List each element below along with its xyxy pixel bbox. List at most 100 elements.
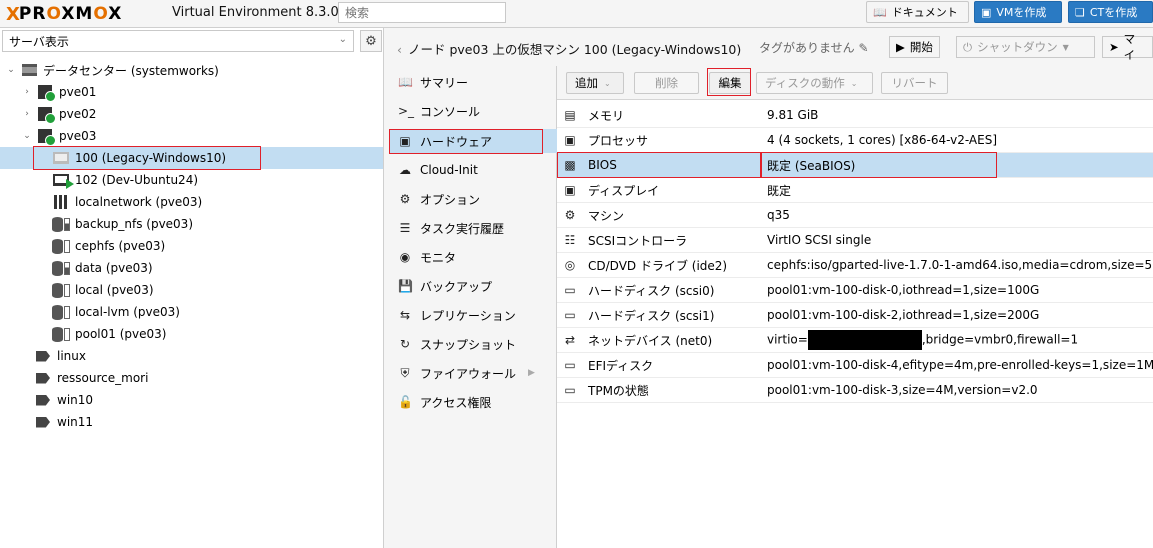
chevron-right-icon[interactable]: ›: [22, 87, 32, 97]
power-icon: ⏻: [963, 39, 973, 54]
retweet-icon: ⇆: [399, 308, 411, 322]
hw-row-display[interactable]: ▣ ディスプレイ 既定: [557, 178, 1153, 203]
proxmox-logo[interactable]: X PROXMOX: [6, 4, 122, 25]
pencil-icon: ✎: [858, 41, 869, 55]
search-input[interactable]: [338, 2, 506, 23]
storage-icon: [52, 238, 70, 254]
hw-row-tpm-state[interactable]: ▭ TPMの状態 pool01:vm-100-disk-3,size=4M,ve…: [557, 378, 1153, 403]
book-icon: 📖: [873, 5, 887, 19]
tree-item-backup-nfs[interactable]: backup_nfs (pve03): [0, 213, 383, 235]
storage-icon: [52, 216, 70, 232]
create-ct-button[interactable]: ❏ CTを作成: [1068, 1, 1153, 23]
hdd-icon: ▭: [564, 383, 576, 397]
tree-item-vm-102[interactable]: 102 (Dev-Ubuntu24): [0, 169, 383, 191]
datacenter-icon: [20, 62, 38, 78]
view-select[interactable]: サーバ表示 ⌄: [2, 30, 354, 52]
chevron-right-icon[interactable]: ›: [22, 109, 32, 119]
documentation-button[interactable]: 📖 ドキュメント: [866, 1, 969, 23]
tag-icon: [34, 392, 52, 408]
shutdown-button[interactable]: ⏻ シャットダウン ▼: [956, 36, 1095, 58]
tree-item-tag-win11[interactable]: win11: [0, 411, 383, 433]
add-button[interactable]: 追加 ⌄: [566, 72, 624, 94]
hw-row-harddisk-scsi1[interactable]: ▭ ハードディスク (scsi1) pool01:vm-100-disk-2,i…: [557, 303, 1153, 328]
tree-item-local-lvm[interactable]: local-lvm (pve03): [0, 301, 383, 323]
nav-monitor[interactable]: ◉ モニタ: [389, 245, 557, 269]
server-online-icon: [36, 128, 56, 146]
terminal-icon: >_: [398, 104, 415, 118]
vm-running-icon: [52, 172, 74, 189]
chevron-down-icon[interactable]: ⌄: [22, 131, 32, 141]
tree-item-localnetwork[interactable]: localnetwork (pve03): [0, 191, 383, 213]
nav-task-history[interactable]: ☰ タスク実行履歴: [389, 216, 557, 240]
hw-row-scsi-controller[interactable]: ☷ SCSIコントローラ VirtIO SCSI single: [557, 228, 1153, 253]
nav-hardware[interactable]: ▣ ハードウェア: [389, 129, 557, 153]
exchange-icon: ⇄: [564, 333, 576, 347]
unlock-icon: 🔓: [398, 395, 413, 409]
chevron-down-icon: ▼: [1062, 42, 1069, 52]
storage-icon: [52, 326, 70, 342]
tree-item-pool01[interactable]: pool01 (pve03): [0, 323, 383, 345]
create-vm-button[interactable]: ▣ VMを作成: [974, 1, 1062, 23]
floppy-icon: 💾: [398, 279, 413, 293]
hw-row-network-net0[interactable]: ⇄ ネットデバイス (net0) virtio= ,bridge=vmbr0,fi…: [557, 328, 1153, 353]
chevron-down-icon: ⌄: [850, 78, 858, 88]
cube-icon: ❏: [1075, 5, 1085, 19]
gear-icon: ⚙: [365, 33, 377, 49]
tree-item-vm-100[interactable]: 100 (Legacy-Windows10): [0, 147, 383, 169]
vm-nav: 📖 サマリー >_ コンソール ▣ ハードウェア ☁ Cloud-Init ⚙ オプション…: [389, 66, 557, 548]
storage-icon: [52, 304, 70, 320]
remove-button[interactable]: 削除: [634, 72, 699, 94]
tree-item-tag-ressource-mori[interactable]: ressource_mori: [0, 367, 383, 389]
tree-item-cephfs[interactable]: cephfs (pve03): [0, 235, 383, 257]
hardware-panel: 追加 ⌄ 削除 編集 ディスクの動作 ⌄ リバート ▤ メモリ 9.81 GiB…: [557, 66, 1153, 548]
cloud-icon: ☁: [399, 163, 411, 177]
nav-console[interactable]: >_ コンソール: [389, 99, 557, 123]
hw-row-memory[interactable]: ▤ メモリ 9.81 GiB: [557, 103, 1153, 128]
server-online-icon: [36, 84, 56, 102]
hw-row-machine[interactable]: ⚙ マシン q35: [557, 203, 1153, 228]
list-icon: ☰: [399, 221, 411, 235]
tree-item-tag-win10[interactable]: win10: [0, 389, 383, 411]
nav-snapshots[interactable]: ↻ スナップショット: [389, 332, 557, 356]
hw-row-efi-disk[interactable]: ▭ EFIディスク pool01:vm-100-disk-4,efitype=4…: [557, 353, 1153, 378]
hw-row-cd-dvd[interactable]: ◎ CD/DVD ドライブ (ide2) cephfs:iso/gparted-…: [557, 253, 1153, 278]
nav-backup[interactable]: 💾 バックアップ: [389, 274, 557, 298]
chevron-left-icon[interactable]: ‹: [397, 42, 402, 57]
hdd-icon: ▭: [564, 283, 576, 297]
gear-icon: ⚙: [399, 192, 411, 206]
nav-permissions[interactable]: 🔓 アクセス権限: [389, 390, 557, 414]
nav-replication[interactable]: ⇆ レプリケーション: [389, 303, 557, 327]
tree-item-local[interactable]: local (pve03): [0, 279, 383, 301]
tree-item-pve02[interactable]: › pve02: [0, 103, 383, 125]
send-icon: ➤: [1109, 40, 1119, 54]
edit-button[interactable]: 編集: [709, 72, 751, 94]
chevron-down-icon[interactable]: ⌄: [6, 65, 16, 75]
disk-action-button[interactable]: ディスクの動作 ⌄: [756, 72, 873, 94]
shield-icon: ⛨: [400, 365, 410, 380]
hw-row-bios[interactable]: ▩ BIOS 既定 (SeaBIOS): [557, 153, 1153, 178]
chevron-down-icon: ⌄: [338, 34, 347, 45]
tree-item-data[interactable]: data (pve03): [0, 257, 383, 279]
tree-item-pve01[interactable]: › pve01: [0, 81, 383, 103]
tree-item-datacenter[interactable]: ⌄ データセンター (systemworks): [0, 59, 383, 81]
tree-item-pve03[interactable]: ⌄ pve03: [0, 125, 383, 147]
top-bar: X PROXMOX Virtual Environment 8.3.0 📖 ドキ…: [0, 0, 1153, 28]
hw-row-harddisk-scsi0[interactable]: ▭ ハードディスク (scsi0) pool01:vm-100-disk-0,i…: [557, 278, 1153, 303]
nav-options[interactable]: ⚙ オプション: [389, 187, 557, 211]
chevron-right-icon: ▶: [528, 368, 535, 378]
tags-label[interactable]: タグがありません ✎: [759, 39, 869, 56]
tree-item-tag-linux[interactable]: linux: [0, 345, 383, 367]
nav-cloud-init[interactable]: ☁ Cloud-Init: [389, 158, 557, 182]
hw-row-processor[interactable]: ▣ プロセッサ 4 (4 sockets, 1 cores) [x86-64-v…: [557, 128, 1153, 153]
gear-button[interactable]: ⚙: [360, 30, 382, 52]
redacted-mac-address: [807, 330, 922, 350]
migrate-button[interactable]: ➤ マイ: [1102, 32, 1153, 62]
nav-summary[interactable]: 📖 サマリー: [389, 70, 557, 94]
revert-button[interactable]: リバート: [881, 72, 948, 94]
nav-firewall[interactable]: ⛨ ファイアウォール ▶: [389, 361, 557, 385]
desktop-icon: ▣: [981, 5, 992, 19]
desktop-icon: ▣: [564, 183, 576, 197]
start-button[interactable]: ▶ 開始: [889, 36, 940, 58]
cogs-icon: ⚙: [564, 208, 576, 222]
server-online-icon: [36, 106, 56, 124]
